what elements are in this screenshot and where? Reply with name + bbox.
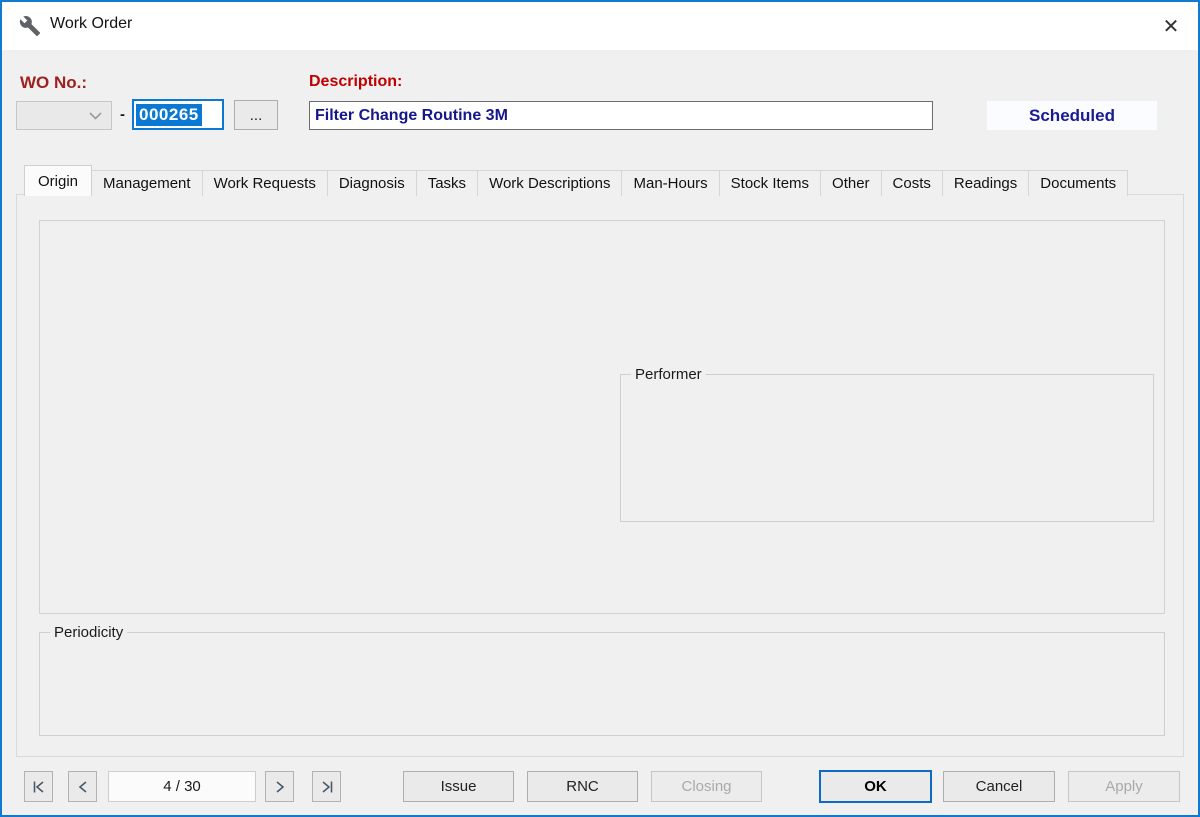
tab-work-requests[interactable]: Work Requests	[202, 170, 328, 196]
first-record-icon	[31, 780, 47, 794]
tab-origin[interactable]: Origin	[24, 165, 92, 196]
tab-strip: Origin Management Work Requests Diagnosi…	[24, 165, 1128, 196]
tab-tasks[interactable]: Tasks	[416, 170, 478, 196]
last-record-icon	[319, 780, 335, 794]
apply-button: Apply	[1068, 771, 1180, 802]
status-badge: Scheduled	[987, 101, 1157, 130]
tab-stock-items[interactable]: Stock Items	[719, 170, 821, 196]
previous-record-icon	[76, 780, 90, 794]
work-order-dialog: Work Order ✕ WO No.: - 000265 ... Descri…	[0, 0, 1200, 817]
chevron-down-icon	[89, 112, 102, 120]
tab-documents[interactable]: Documents	[1028, 170, 1128, 196]
wo-prefix-dropdown[interactable]	[16, 101, 112, 130]
wrench-icon	[18, 15, 42, 37]
rnc-button[interactable]: RNC	[527, 771, 638, 802]
tab-diagnosis[interactable]: Diagnosis	[327, 170, 417, 196]
issue-button[interactable]: Issue	[403, 771, 514, 802]
ok-button[interactable]: OK	[819, 770, 932, 803]
tab-costs[interactable]: Costs	[881, 170, 943, 196]
description-input[interactable]	[309, 101, 933, 130]
tab-man-hours[interactable]: Man-Hours	[621, 170, 719, 196]
description-label: Description:	[309, 73, 402, 91]
wo-number-selected-text: 000265	[136, 104, 202, 126]
wo-separator: -	[120, 106, 125, 123]
cancel-button[interactable]: Cancel	[943, 771, 1055, 802]
wo-number-input[interactable]: 000265	[132, 99, 224, 130]
previous-record-button[interactable]	[68, 771, 97, 802]
record-counter: 4 / 30	[108, 771, 256, 802]
close-icon[interactable]: ✕	[1156, 11, 1186, 41]
periodicity-group: Periodicity	[39, 632, 1165, 736]
last-record-button[interactable]	[312, 771, 341, 802]
closing-button: Closing	[651, 771, 762, 802]
title-bar: Work Order ✕	[2, 2, 1198, 50]
performer-group: Performer	[620, 374, 1154, 522]
tab-other[interactable]: Other	[820, 170, 882, 196]
periodicity-group-label: Periodicity	[50, 624, 127, 641]
wo-no-label: WO No.:	[20, 73, 87, 93]
window-title: Work Order	[50, 15, 132, 33]
tab-readings[interactable]: Readings	[942, 170, 1029, 196]
performer-group-label: Performer	[631, 366, 706, 383]
next-record-icon	[273, 780, 287, 794]
first-record-button[interactable]	[24, 771, 53, 802]
next-record-button[interactable]	[265, 771, 294, 802]
tab-management[interactable]: Management	[91, 170, 203, 196]
wo-browse-button[interactable]: ...	[234, 100, 278, 130]
tab-work-descriptions[interactable]: Work Descriptions	[477, 170, 622, 196]
